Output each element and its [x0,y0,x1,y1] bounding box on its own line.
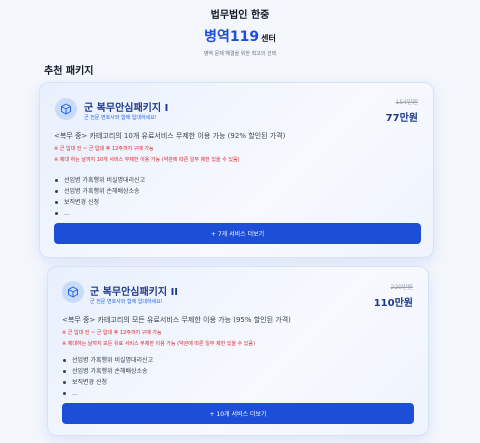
purchase-note: ※ 군 입대 전 ~ 군 입대 후 12주까지 구매 가능 [54,146,154,152]
show-more-services-button[interactable]: + 7개 서비스 더보기 [54,223,421,244]
package-subtitle: 군 전문 변호사와 함께 입대하세요! [84,115,157,121]
usage-note: ※ 제대하는 날까지 모든 유료 서비스 무제한 이용 가능 (약관에 따른 일… [62,341,255,347]
original-price: 154만원 [395,99,419,106]
service-list: 선임병 가혹행위 비실명대리신고 선임병 가혹행위 손해배상소송 보직변경 신청… [54,175,145,219]
service-item: 보직변경 신청 [54,197,145,208]
package-description: <복무 중> 카테고리의 10개 유료서비스 무제한 이용 가능 (92% 할인… [54,132,286,140]
package-icon [55,98,77,120]
package-title: 군 복무안심패키지 II [90,287,179,298]
package-card-1: 군 복무안심패키지 I 군 전문 변호사와 함께 입대하세요! 154만원 77… [39,82,434,258]
page-header: 법무법인 한중 병역119 센터 병역 문제 해결을 위한 최고의 선택 [0,0,480,57]
package-price: 110만원 [373,298,413,309]
package-icon [62,281,84,303]
service-item: 보직변경 신청 [62,377,153,388]
service-item: 선임병 가혹행위 손해배상소송 [54,186,145,197]
service-item: 선임병 가혹행위 손해배상소송 [62,366,153,377]
section-title: 추천 패키지 [44,66,94,77]
show-more-services-button[interactable]: + 10개 서비스 더보기 [62,403,414,424]
brand-main: 병역119 [204,29,260,45]
purchase-note: ※ 군 입대 전 ~ 군 입대 후 12주까지 구매 가능 [62,330,162,336]
service-item: ... [62,388,153,399]
brand-suffix: 센터 [261,34,276,43]
package-description: <복무 중> 카테고리의 모든 유료서비스 무제한 이용 가능 (95% 할인된… [62,316,291,324]
usage-note: ※ 제대 하는 날까지 10개 서비스 무제한 이용 가능 (약관에 따른 일부… [54,157,240,163]
brand-title: 병역119 센터 [0,26,480,46]
package-card-2: 군 복무안심패키지 II 군 전문 변호사와 함께 입대하세요! 220만원 1… [47,266,429,436]
service-item: ... [54,208,145,219]
package-price: 77만원 [385,113,418,124]
package-subtitle: 군 전문 변호사와 함께 입대하세요! [90,299,163,305]
service-item: 선임병 가혹행위 비실명대리신고 [62,355,153,366]
tagline: 병역 문제 해결을 위한 최고의 선택 [203,51,277,57]
service-list: 선임병 가혹행위 비실명대리신고 선임병 가혹행위 손해배상소송 보직변경 신청… [62,355,153,399]
package-title: 군 복무안심패키지 I [84,103,169,114]
original-price: 220만원 [390,284,414,291]
firm-name: 법무법인 한중 [210,10,270,21]
service-item: 선임병 가혹행위 비실명대리신고 [54,175,145,186]
